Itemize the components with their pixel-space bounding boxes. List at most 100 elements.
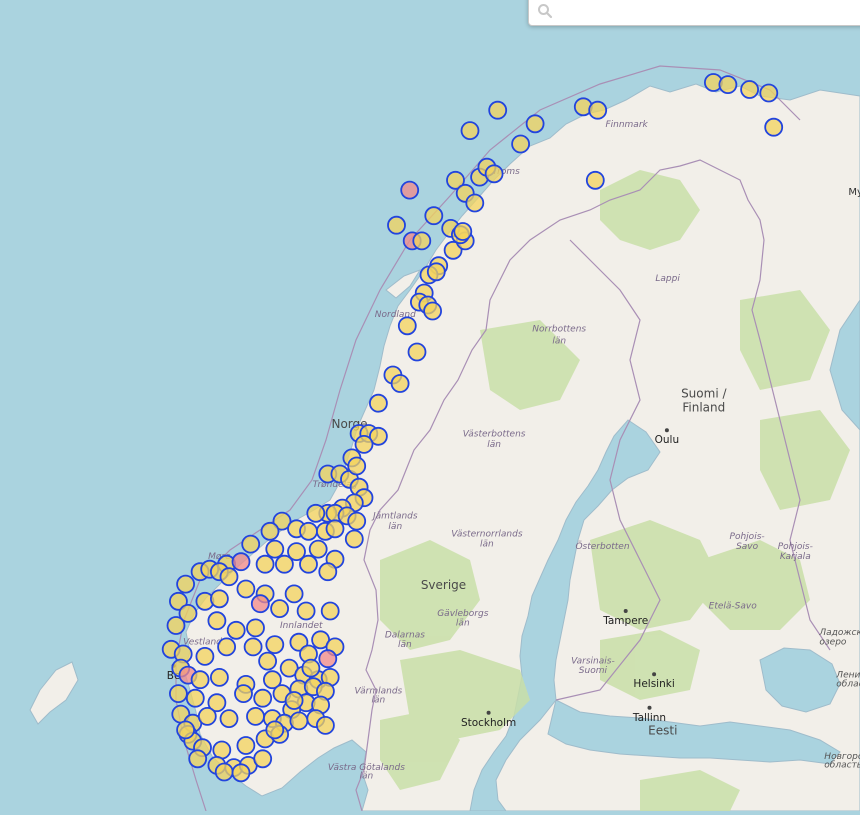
station-marker[interactable]: [299, 521, 318, 541]
station-marker[interactable]: [424, 206, 444, 226]
station-marker[interactable]: [764, 117, 784, 137]
station-marker[interactable]: [219, 567, 239, 587]
station-marker[interactable]: [209, 589, 229, 609]
station-marker[interactable]: [585, 170, 605, 190]
station-marker[interactable]: [284, 584, 304, 604]
station-marker[interactable]: [325, 519, 345, 539]
station-marker[interactable]: [368, 393, 388, 413]
search-icon[interactable]: [537, 3, 553, 19]
station-marker[interactable]: [236, 579, 256, 599]
region-label: Innlandet: [280, 621, 323, 631]
station-marker[interactable]: [465, 193, 485, 213]
region-label: län: [456, 619, 470, 629]
station-marker[interactable]: [347, 511, 367, 531]
station-marker[interactable]: [423, 301, 443, 321]
station-marker[interactable]: [265, 720, 285, 740]
station-marker[interactable]: [212, 740, 232, 760]
station-marker[interactable]: [511, 134, 530, 154]
station-marker[interactable]: [176, 574, 196, 594]
region-label: län: [398, 640, 412, 650]
region-label: län: [480, 540, 494, 550]
station-marker[interactable]: [315, 716, 335, 735]
station-marker[interactable]: [219, 709, 239, 728]
station-marker[interactable]: [265, 539, 285, 559]
station-marker[interactable]: [588, 100, 608, 120]
station-marker[interactable]: [354, 434, 374, 454]
station-marker[interactable]: [460, 121, 480, 141]
station-marker[interactable]: [241, 534, 261, 554]
station-marker[interactable]: [718, 75, 738, 94]
station-marker[interactable]: [185, 688, 205, 708]
station-marker[interactable]: [299, 554, 318, 574]
region-label: län: [552, 336, 566, 346]
station-marker[interactable]: [209, 668, 229, 687]
station-marker[interactable]: [188, 749, 208, 769]
search-box[interactable]: [528, 0, 860, 26]
station-marker[interactable]: [318, 562, 338, 582]
station-marker[interactable]: [525, 114, 545, 134]
station-marker[interactable]: [236, 736, 256, 755]
station-marker[interactable]: [260, 521, 280, 541]
station-marker[interactable]: [296, 601, 316, 621]
station-marker[interactable]: [274, 554, 294, 574]
region-label: Vestland: [183, 638, 222, 648]
station-marker[interactable]: [759, 83, 779, 103]
station-marker[interactable]: [306, 503, 326, 523]
region-label: Lappi: [655, 274, 680, 284]
station-marker[interactable]: [484, 164, 504, 184]
station-marker[interactable]: [265, 635, 285, 654]
station-marker[interactable]: [284, 691, 304, 710]
city-dot: [664, 428, 669, 433]
station-marker[interactable]: [320, 601, 340, 621]
station-marker[interactable]: [255, 554, 275, 574]
alert-marker[interactable]: [231, 552, 251, 572]
alert-marker[interactable]: [250, 594, 270, 614]
station-marker[interactable]: [214, 762, 234, 782]
station-marker[interactable]: [253, 749, 273, 769]
station-marker[interactable]: [407, 342, 427, 362]
station-marker[interactable]: [234, 684, 253, 703]
station-marker[interactable]: [390, 374, 410, 393]
region-label: Dalarnas: [385, 630, 425, 640]
station-marker[interactable]: [226, 620, 246, 640]
region-label: Pohjois-: [730, 532, 765, 542]
station-marker[interactable]: [176, 720, 196, 740]
station-marker[interactable]: [190, 670, 210, 690]
map-canvas[interactable]: SverigeSuomi /FinlandNorgeEestiFinnmarkT…: [0, 0, 860, 812]
map[interactable]: Sverige Suomi / Finland Norge Eesti Finnmark T…: [0, 0, 860, 812]
station-marker[interactable]: [246, 707, 265, 726]
station-marker[interactable]: [166, 616, 186, 635]
station-marker[interactable]: [488, 100, 508, 120]
station-marker[interactable]: [258, 651, 278, 671]
station-marker[interactable]: [412, 231, 432, 251]
country-label: Suomi /: [681, 387, 727, 401]
station-marker[interactable]: [740, 80, 759, 99]
region-label: län: [372, 696, 386, 706]
station-marker[interactable]: [308, 539, 328, 559]
station-marker[interactable]: [246, 618, 265, 638]
station-marker[interactable]: [231, 763, 251, 783]
station-marker[interactable]: [387, 215, 406, 235]
alert-marker[interactable]: [318, 649, 338, 669]
station-marker[interactable]: [344, 529, 364, 549]
station-marker[interactable]: [453, 222, 473, 241]
station-marker[interactable]: [217, 637, 237, 657]
station-marker[interactable]: [253, 688, 273, 708]
place-label: озеро: [819, 638, 847, 648]
search-input[interactable]: [559, 0, 860, 21]
place-label: Мурманс: [848, 187, 860, 198]
station-marker[interactable]: [347, 456, 367, 476]
country-label: Eesti: [648, 723, 677, 737]
station-marker[interactable]: [270, 599, 290, 618]
station-marker[interactable]: [195, 647, 215, 666]
station-marker[interactable]: [243, 637, 263, 657]
place-label: область: [836, 680, 860, 690]
station-marker[interactable]: [289, 711, 309, 731]
station-marker[interactable]: [197, 707, 217, 726]
station-marker[interactable]: [426, 262, 446, 282]
station-marker[interactable]: [301, 658, 321, 678]
station-marker[interactable]: [168, 684, 188, 703]
station-marker[interactable]: [397, 316, 417, 336]
station-marker[interactable]: [207, 611, 227, 631]
alert-marker[interactable]: [400, 180, 420, 200]
